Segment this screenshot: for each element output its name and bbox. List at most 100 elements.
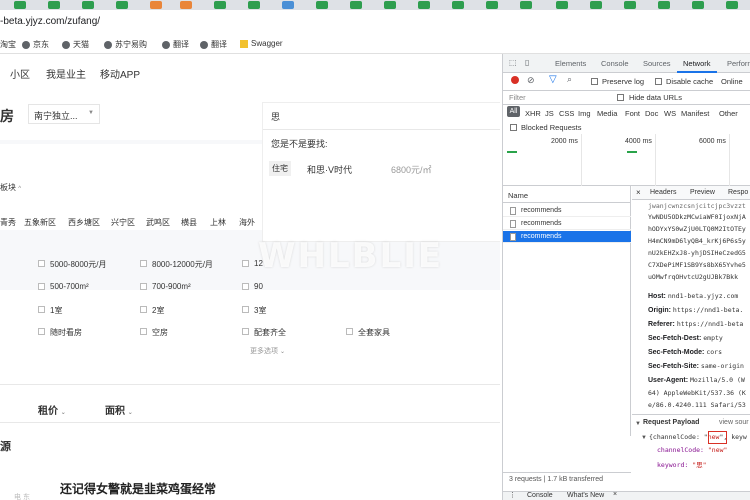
sort-area-button[interactable]: 面积 ⌄ [105, 402, 133, 417]
nav-link-community[interactable]: 小区 [10, 66, 30, 81]
browser-tab[interactable] [520, 1, 532, 9]
rent-checkbox[interactable] [242, 260, 249, 267]
bookmark-item[interactable]: 苏宁易购 [104, 39, 147, 50]
search-icon[interactable]: ⌕ [567, 74, 572, 85]
browser-tab[interactable] [452, 1, 464, 9]
record-icon[interactable] [511, 76, 519, 84]
tab-headers[interactable]: Headers [650, 189, 676, 196]
disable-cache-checkbox[interactable] [655, 78, 662, 85]
drawer-tab-whats-new[interactable]: What's New [567, 492, 604, 499]
district-option[interactable]: 海外 [239, 217, 255, 228]
browser-tab[interactable] [350, 1, 362, 9]
browser-tab[interactable] [48, 1, 60, 9]
room-checkbox[interactable] [242, 306, 249, 313]
blocked-requests-checkbox[interactable] [510, 124, 517, 131]
tab-sources[interactable]: Sources [643, 59, 671, 68]
type-filter-xhr[interactable]: XHR [525, 109, 541, 118]
bookmark-item[interactable]: 天猫 [62, 39, 89, 50]
request-row-selected[interactable]: recommends [503, 231, 631, 243]
room-option[interactable]: 1室 [50, 305, 62, 316]
district-option[interactable]: 兴宁区 [111, 217, 135, 228]
name-column-header[interactable]: Name [508, 191, 528, 200]
browser-tab[interactable] [248, 1, 260, 9]
browser-tab[interactable] [180, 1, 192, 9]
filter-label[interactable]: 板块 ^ [0, 182, 21, 193]
feature-checkbox[interactable] [242, 328, 249, 335]
type-filter-css[interactable]: CSS [559, 109, 574, 118]
nav-link-mobile-app[interactable]: 移动APP [100, 66, 140, 81]
feature-option[interactable]: 空房 [152, 327, 168, 338]
area-option[interactable]: 700-900m² [152, 282, 191, 291]
request-row[interactable]: recommends [503, 218, 631, 230]
type-filter-js[interactable]: JS [545, 109, 554, 118]
search-input-value[interactable]: 思 [271, 110, 280, 123]
area-checkbox[interactable] [140, 283, 147, 290]
type-filter-font[interactable]: Font [625, 109, 640, 118]
district-option[interactable]: 横县 [181, 217, 197, 228]
browser-tab[interactable] [282, 1, 294, 9]
drawer-menu-icon[interactable]: ⋮ [509, 491, 516, 499]
type-filter-all[interactable]: All [507, 106, 520, 117]
tab-preview[interactable]: Preview [690, 189, 715, 196]
browser-tab[interactable] [590, 1, 602, 9]
inspect-element-icon[interactable]: ⬚ [509, 58, 517, 67]
view-source-link[interactable]: view sour [719, 419, 749, 426]
district-option[interactable]: 上林 [210, 217, 226, 228]
district-option[interactable]: 西乡塘区 [68, 217, 100, 228]
browser-tab[interactable] [116, 1, 128, 9]
rent-checkbox[interactable] [38, 260, 45, 267]
feature-option[interactable]: 随时看房 [50, 327, 82, 338]
sort-price-button[interactable]: 租价 ⌄ [38, 402, 66, 417]
network-timeline[interactable]: 2000 ms 4000 ms 6000 ms [503, 134, 750, 186]
suggest-item-name[interactable]: 和思·V时代 [307, 163, 352, 176]
feature-checkbox[interactable] [140, 328, 147, 335]
close-icon[interactable]: × [613, 491, 617, 498]
filter-icon[interactable]: ▽ [549, 74, 557, 85]
bookmark-item[interactable]: 翻译 [162, 39, 189, 50]
tab-elements[interactable]: Elements [555, 59, 586, 68]
type-filter-other[interactable]: Other [719, 109, 738, 118]
logo-text[interactable]: 房 [0, 106, 14, 126]
room-checkbox[interactable] [38, 306, 45, 313]
browser-tab[interactable] [692, 1, 704, 9]
browser-tab[interactable] [726, 1, 738, 9]
type-filter-doc[interactable]: Doc [645, 109, 658, 118]
bookmark-item[interactable]: 京东 [22, 39, 49, 50]
browser-tab[interactable] [150, 1, 162, 9]
room-checkbox[interactable] [140, 306, 147, 313]
city-select[interactable]: 南宁独立... ▼ [28, 104, 100, 124]
feature-checkbox[interactable] [346, 328, 353, 335]
browser-tab[interactable] [14, 1, 26, 9]
browser-tab[interactable] [658, 1, 670, 9]
filter-input[interactable]: Filter [509, 93, 526, 102]
type-filter-media[interactable]: Media [597, 109, 617, 118]
request-payload-title[interactable]: Request Payload [643, 419, 699, 426]
listing-title[interactable]: 还记得女警就是韭菜鸡蛋经常 [60, 480, 216, 497]
nav-link-owner[interactable]: 我是业主 [46, 66, 86, 81]
area-checkbox[interactable] [38, 283, 45, 290]
browser-tab-active[interactable] [556, 1, 568, 9]
browser-tab[interactable] [624, 1, 636, 9]
feature-checkbox[interactable] [38, 328, 45, 335]
throttling-select[interactable]: Online [721, 77, 743, 86]
room-option[interactable]: 2室 [152, 305, 164, 316]
type-filter-ws[interactable]: WS [664, 109, 676, 118]
rent-option[interactable]: 5000-8000元/月 [50, 259, 106, 270]
browser-tab[interactable] [82, 1, 94, 9]
district-option[interactable]: 五象新区 [24, 217, 56, 228]
request-row[interactable]: recommends [503, 205, 631, 217]
bookmark-item[interactable]: Swagger [240, 39, 283, 48]
preserve-log-checkbox[interactable] [591, 78, 598, 85]
browser-tab[interactable] [418, 1, 430, 9]
drawer-tab-console[interactable]: Console [527, 492, 553, 499]
bookmark-item[interactable]: 淘宝 [0, 39, 16, 50]
district-option[interactable]: 武鸣区 [146, 217, 170, 228]
room-option[interactable]: 3室 [254, 305, 266, 316]
clear-icon[interactable]: ⊘ [527, 75, 535, 86]
rent-checkbox[interactable] [140, 260, 147, 267]
hide-data-urls-checkbox[interactable] [617, 94, 624, 101]
feature-option[interactable]: 全套家具 [358, 327, 390, 338]
area-option[interactable]: 90 [254, 282, 263, 291]
type-filter-img[interactable]: Img [578, 109, 591, 118]
area-option[interactable]: 500-700m² [50, 282, 89, 291]
